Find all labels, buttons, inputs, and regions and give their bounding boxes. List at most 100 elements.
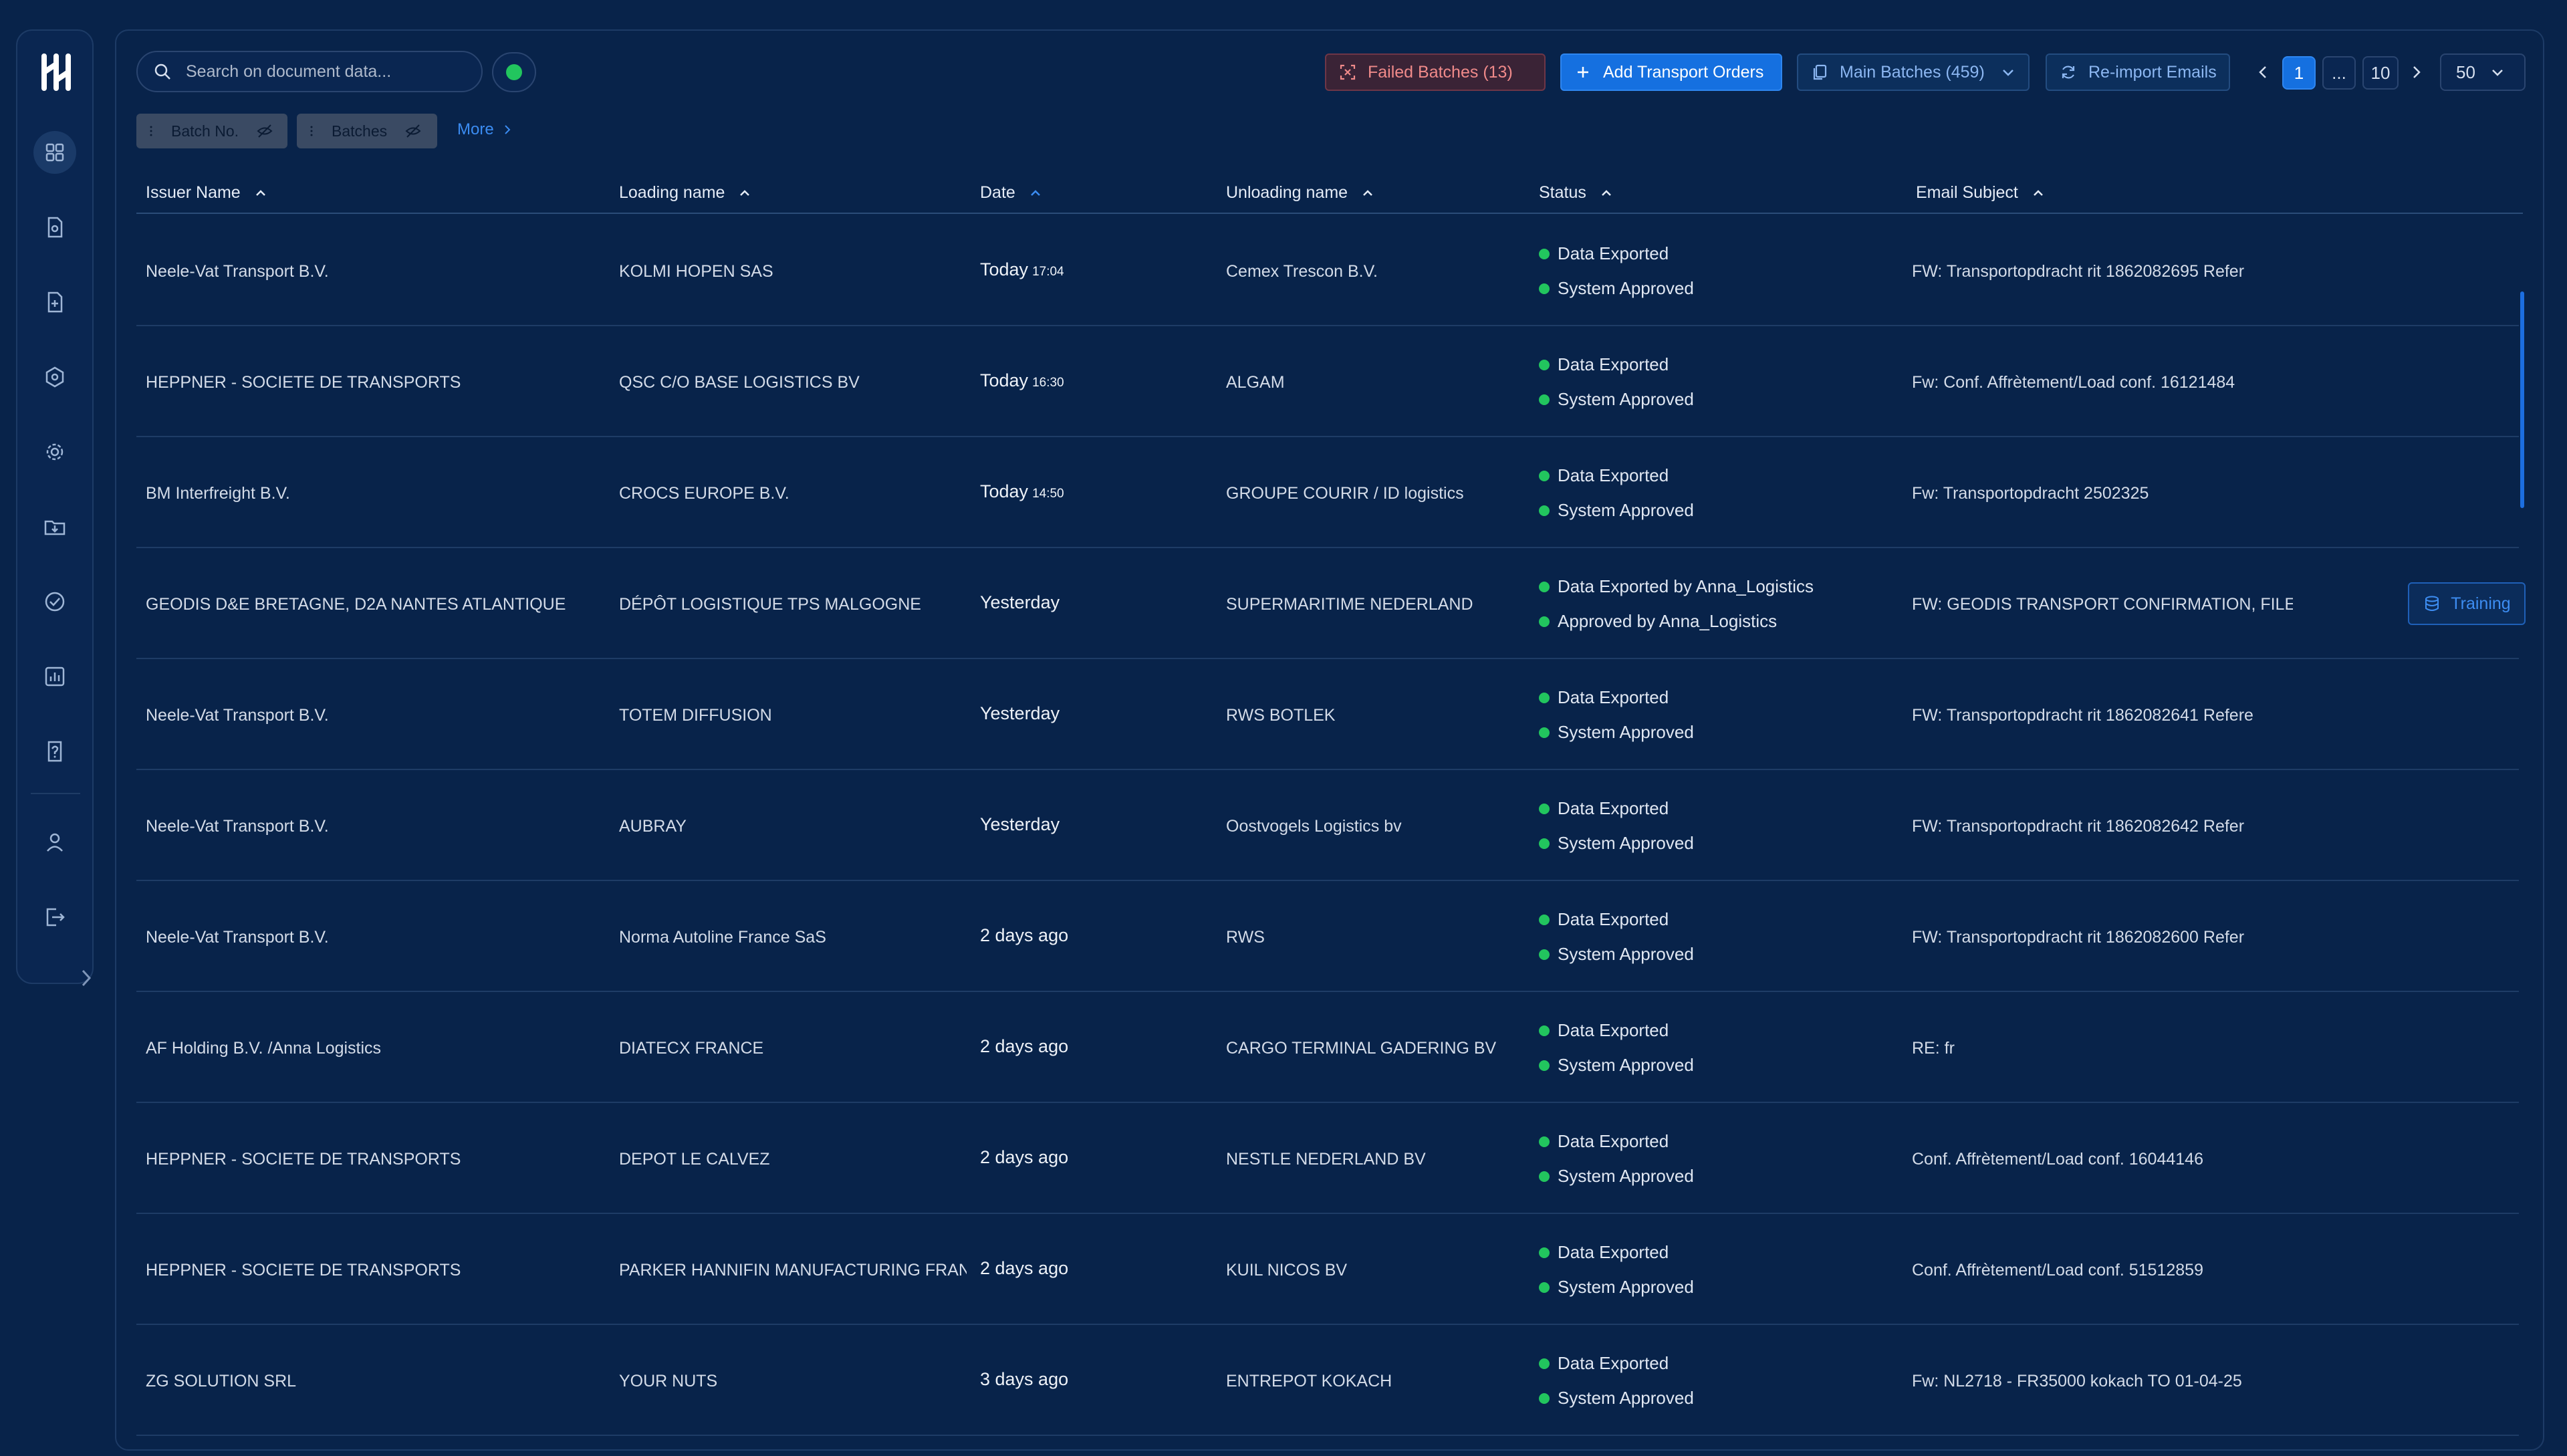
main-batches-dropdown[interactable]: Main Batches (459) xyxy=(1797,53,2030,91)
previous-page-icon[interactable] xyxy=(2253,60,2273,84)
next-page-icon[interactable] xyxy=(2407,60,2427,84)
drag-handle-icon[interactable] xyxy=(308,124,316,138)
table-row[interactable]: Neele-Vat Transport B.V. TOTEM DIFFUSION Y… xyxy=(136,659,2519,770)
status-approved: System Approved xyxy=(1539,278,1694,299)
status-label: System Approved xyxy=(1558,722,1694,742)
table-scrollbar[interactable] xyxy=(2520,291,2524,508)
column-header-label: Status xyxy=(1539,183,1586,202)
status-exported: Data Exported xyxy=(1539,1020,1669,1041)
page-size-select[interactable]: 50 xyxy=(2440,53,2526,91)
status-dot xyxy=(1539,1247,1550,1258)
user-icon[interactable] xyxy=(33,821,76,864)
drag-handle-icon[interactable] xyxy=(147,124,155,138)
status-exported: Data Exported xyxy=(1539,354,1669,375)
status-dot xyxy=(1539,838,1550,849)
status-label: Data Exported xyxy=(1558,909,1669,929)
more-filters-link[interactable]: More xyxy=(457,120,514,139)
table-row[interactable]: Neele-Vat Transport B.V. AUBRAY Yesterday O… xyxy=(136,770,2519,881)
time-label: 16:30 xyxy=(1032,376,1064,390)
status-label: System Approved xyxy=(1558,1277,1694,1297)
status-dot xyxy=(1539,283,1550,294)
email-subject-cell: Fw: NL2718 - FR35000 kokach TO 01-04-25 xyxy=(1912,1372,2242,1390)
status-exported: Data Exported xyxy=(1539,465,1669,486)
column-header-date[interactable]: Date xyxy=(980,183,1044,203)
date-label: Today xyxy=(980,481,1029,501)
reimport-emails-button[interactable]: Re-import Emails xyxy=(2046,53,2230,91)
expand-sidebar-icon[interactable] xyxy=(78,967,95,989)
column-header-loading[interactable]: Loading name xyxy=(619,183,753,203)
table-row[interactable]: BM Interfreight B.V. CROCS EUROPE B.V. Tod… xyxy=(136,437,2519,548)
email-subject-cell: Conf. Affrètement/Load conf. 16044146 xyxy=(1912,1150,2203,1169)
status-dot xyxy=(1539,1025,1550,1036)
row-divider xyxy=(136,1435,2519,1436)
table-row[interactable]: HEPPNER - SOCIETE DE TRANSPORTS DEPOT LE … xyxy=(136,1103,2519,1214)
search-input[interactable] xyxy=(186,62,467,82)
table-row[interactable]: AF Holding B.V. /Anna Logistics DIATECX F… xyxy=(136,992,2519,1103)
column-header-unloading[interactable]: Unloading name xyxy=(1226,183,1376,203)
document-add-icon[interactable] xyxy=(33,281,76,324)
add-transport-orders-button[interactable]: Add Transport Orders xyxy=(1560,53,1782,91)
email-subject-cell: FW: GEODIS TRANSPORT CONFIRMATION, FILE … xyxy=(1912,595,2293,614)
scan-icon xyxy=(1340,64,1356,80)
logout-icon[interactable] xyxy=(33,896,76,939)
page-1-button[interactable]: 1 xyxy=(2282,56,2316,90)
table-row[interactable]: HEPPNER - SOCIETE DE TRANSPORTS PARKER HA… xyxy=(136,1214,2519,1325)
sort-up-icon xyxy=(1030,189,1040,196)
gauge-icon[interactable] xyxy=(33,580,76,623)
status-label: System Approved xyxy=(1558,389,1694,409)
table-row[interactable]: Neele-Vat Transport B.V. KOLMI HOPEN SAS T… xyxy=(136,215,2519,326)
unloading-name-cell: NESTLE NEDERLAND BV xyxy=(1226,1150,1426,1169)
email-subject-cell: FW: Transportopdracht rit 1862082695 Ref… xyxy=(1912,262,2245,281)
search-bar[interactable] xyxy=(136,51,483,92)
status-dot xyxy=(1539,616,1550,627)
date-label: Yesterday xyxy=(980,703,1060,723)
document-search-icon[interactable] xyxy=(33,206,76,249)
date-cell: 2 days ago xyxy=(980,925,1207,946)
status-label: System Approved xyxy=(1558,1388,1694,1408)
table-row[interactable]: HEPPNER - SOCIETE DE TRANSPORTS QSC C/O B… xyxy=(136,326,2519,437)
column-header-issuer[interactable]: Issuer Name xyxy=(146,183,269,203)
filter-chip-label: Batch No. xyxy=(171,122,239,140)
issuer-name-cell: AF Holding B.V. /Anna Logistics xyxy=(146,1039,382,1058)
table-row[interactable]: Neele-Vat Transport B.V. Norma Autoline F… xyxy=(136,881,2519,992)
status-exported: Data Exported xyxy=(1539,1353,1669,1374)
status-approved: System Approved xyxy=(1539,1055,1694,1076)
model-icon[interactable] xyxy=(33,356,76,398)
filter-chip-label: Batches xyxy=(332,122,388,140)
date-cell: 2 days ago xyxy=(980,1258,1207,1279)
eye-off-icon[interactable] xyxy=(256,122,273,140)
loading-name-cell: Norma Autoline France SaS xyxy=(619,928,826,947)
live-status-toggle[interactable] xyxy=(492,52,536,92)
chevron-right-icon xyxy=(504,125,511,134)
settings-icon[interactable] xyxy=(33,431,76,473)
dashboard-icon[interactable] xyxy=(33,131,76,174)
training-label: Training xyxy=(2451,594,2511,613)
date-label: Today xyxy=(980,259,1029,279)
column-header-status[interactable]: Status xyxy=(1539,183,1614,203)
table-row[interactable]: ZG SOLUTION SRL YOUR NUTS 3 days ago ENTREP… xyxy=(136,1325,2519,1436)
training-button[interactable]: Training xyxy=(2408,582,2526,625)
status-label: System Approved xyxy=(1558,833,1694,853)
filter-chip-batches[interactable]: Batches xyxy=(297,114,437,148)
database-icon xyxy=(2425,596,2439,611)
status-dot xyxy=(1539,803,1550,814)
analytics-icon[interactable] xyxy=(33,655,76,698)
page-last-button[interactable]: 10 xyxy=(2362,56,2399,90)
app-logo xyxy=(41,53,71,91)
folder-import-icon[interactable] xyxy=(33,505,76,548)
email-subject-cell: Fw: Transportopdracht 2502325 xyxy=(1912,484,2149,503)
filter-chip-batch-no[interactable]: Batch No. xyxy=(136,114,287,148)
refresh-icon xyxy=(2062,66,2075,79)
table-row[interactable]: GEODIS D&E BRETAGNE, D2A NANTES ATLANTIQ… xyxy=(136,548,2526,659)
failed-batches-button[interactable]: Failed Batches (13) xyxy=(1325,53,1546,91)
date-cell: 3 days ago xyxy=(980,1369,1207,1390)
date-cell: Yesterday xyxy=(980,814,1207,835)
status-dot xyxy=(1539,949,1550,960)
eye-off-icon[interactable] xyxy=(404,122,422,140)
date-label: 2 days ago xyxy=(980,1258,1069,1278)
column-header-email[interactable]: Email Subject xyxy=(1916,183,2046,203)
sort-up-icon xyxy=(1601,189,1611,196)
help-icon[interactable] xyxy=(33,730,76,773)
date-label: 2 days ago xyxy=(980,1036,1069,1056)
status-dot xyxy=(1539,394,1550,405)
